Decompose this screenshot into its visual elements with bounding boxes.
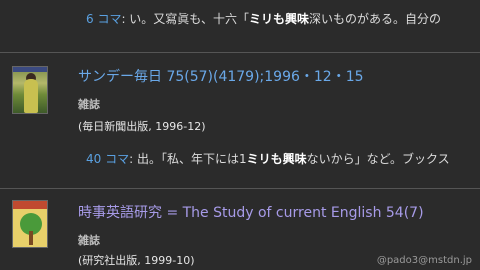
page-link[interactable]: 6 コマ [86, 12, 121, 26]
result-title-link[interactable]: 時事英語研究 = The Study of current English 54… [78, 202, 424, 222]
publisher-info: (研究社出版, 1999-10) [78, 254, 195, 267]
publisher-info: (毎日新聞出版, 1996-12) [78, 120, 206, 133]
cover-thumbnail[interactable] [12, 66, 48, 114]
result-title-link[interactable]: サンデー毎日 75(57)(4179);1996・12・15 [78, 66, 364, 86]
result-snippet: 40 コマ: 出。「私、年下には1ミリも興味ないから」など。ブックス [86, 152, 450, 166]
divider [0, 188, 480, 189]
material-type: 雑誌 [78, 234, 100, 247]
divider [0, 52, 480, 53]
watermark: @pado3@mstdn.jp [376, 255, 472, 266]
material-type: 雑誌 [78, 98, 100, 111]
search-results-page: 6 コマ: い。又寫眞も、十六「ミリも興味深いものがある。自分の サンデー毎日 … [0, 0, 480, 270]
page-link[interactable]: 40 コマ [86, 152, 129, 166]
cover-thumbnail[interactable] [12, 200, 48, 248]
result-snippet: 6 コマ: い。又寫眞も、十六「ミリも興味深いものがある。自分の [86, 12, 442, 26]
